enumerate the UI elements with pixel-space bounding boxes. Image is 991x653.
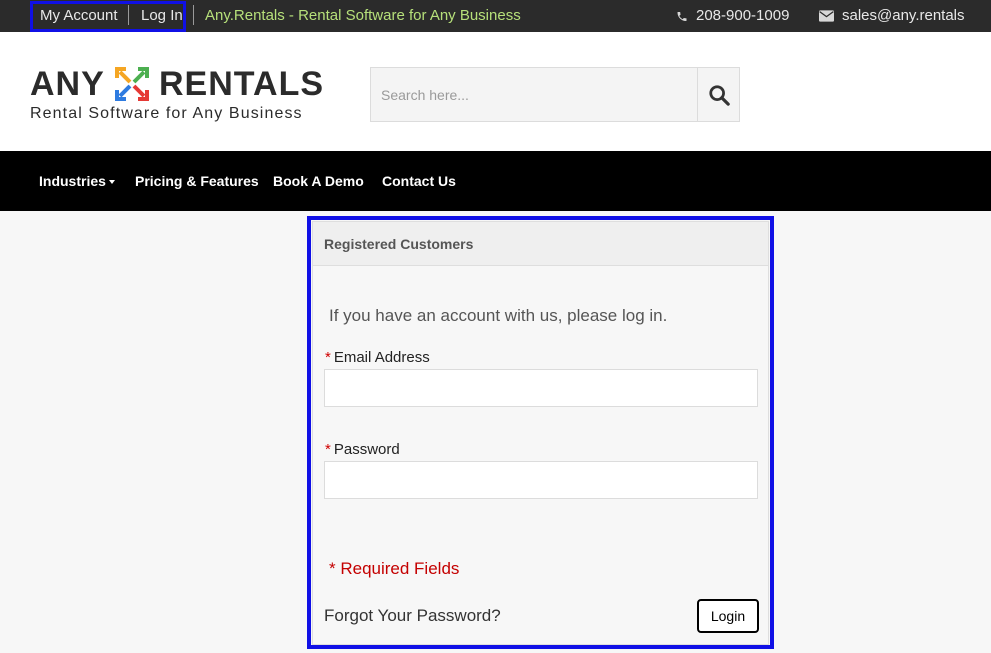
nav-item-pricing[interactable]: Pricing & Features (135, 172, 259, 190)
panel-header: Registered Customers (313, 222, 768, 266)
password-label: * Password (325, 441, 400, 458)
nav-item-contact[interactable]: Contact Us (382, 172, 456, 190)
forgot-password-link[interactable]: Forgot Your Password? (324, 606, 501, 626)
search-input[interactable] (371, 68, 697, 121)
phone-number: 208-900-1009 (696, 7, 790, 24)
panel-title: Registered Customers (324, 236, 474, 252)
topbar-separator (193, 5, 194, 25)
required-marker: * (325, 441, 331, 458)
nav-item-book-demo[interactable]: Book A Demo (273, 172, 364, 190)
main-nav: Industries Pricing & Features Book A Dem… (0, 151, 991, 211)
password-field[interactable] (324, 461, 758, 499)
tagline: Any.Rentals - Rental Software for Any Bu… (205, 7, 521, 24)
envelope-icon (819, 10, 834, 22)
logo-arrows-icon (115, 67, 149, 101)
topbar-separator (128, 5, 129, 25)
email-address: sales@any.rentals (842, 7, 965, 24)
search-bar (370, 67, 740, 122)
required-fields-note: * Required Fields (329, 559, 460, 578)
logo-word-right: RENTALS (159, 65, 325, 103)
nav-item-label: Industries (39, 173, 106, 189)
email-label: * Email Address (325, 349, 430, 366)
search-icon (709, 84, 730, 106)
login-button[interactable]: Login (697, 599, 759, 633)
top-bar: My Account Log In Any.Rentals - Rental S… (0, 0, 991, 32)
phone-contact[interactable]: 208-900-1009 (676, 7, 789, 25)
my-account-link[interactable]: My Account (40, 7, 118, 25)
logo-subtitle: Rental Software for Any Business (30, 105, 303, 122)
site-header: ANY RENTALS Rental Software for Any Busi… (0, 32, 991, 151)
required-marker: * (325, 349, 331, 366)
email-contact[interactable]: sales@any.rentals (819, 7, 965, 25)
search-button[interactable] (697, 68, 740, 121)
caret-down-icon (108, 180, 115, 185)
phone-icon (677, 11, 687, 21)
login-intro-text: If you have an account with us, please l… (329, 306, 668, 325)
nav-item-industries[interactable]: Industries (39, 172, 115, 190)
login-panel: Registered Customers If you have an acco… (312, 221, 769, 645)
email-field[interactable] (324, 369, 758, 407)
log-in-link[interactable]: Log In (141, 7, 183, 25)
logo-word-left: ANY (30, 65, 105, 103)
